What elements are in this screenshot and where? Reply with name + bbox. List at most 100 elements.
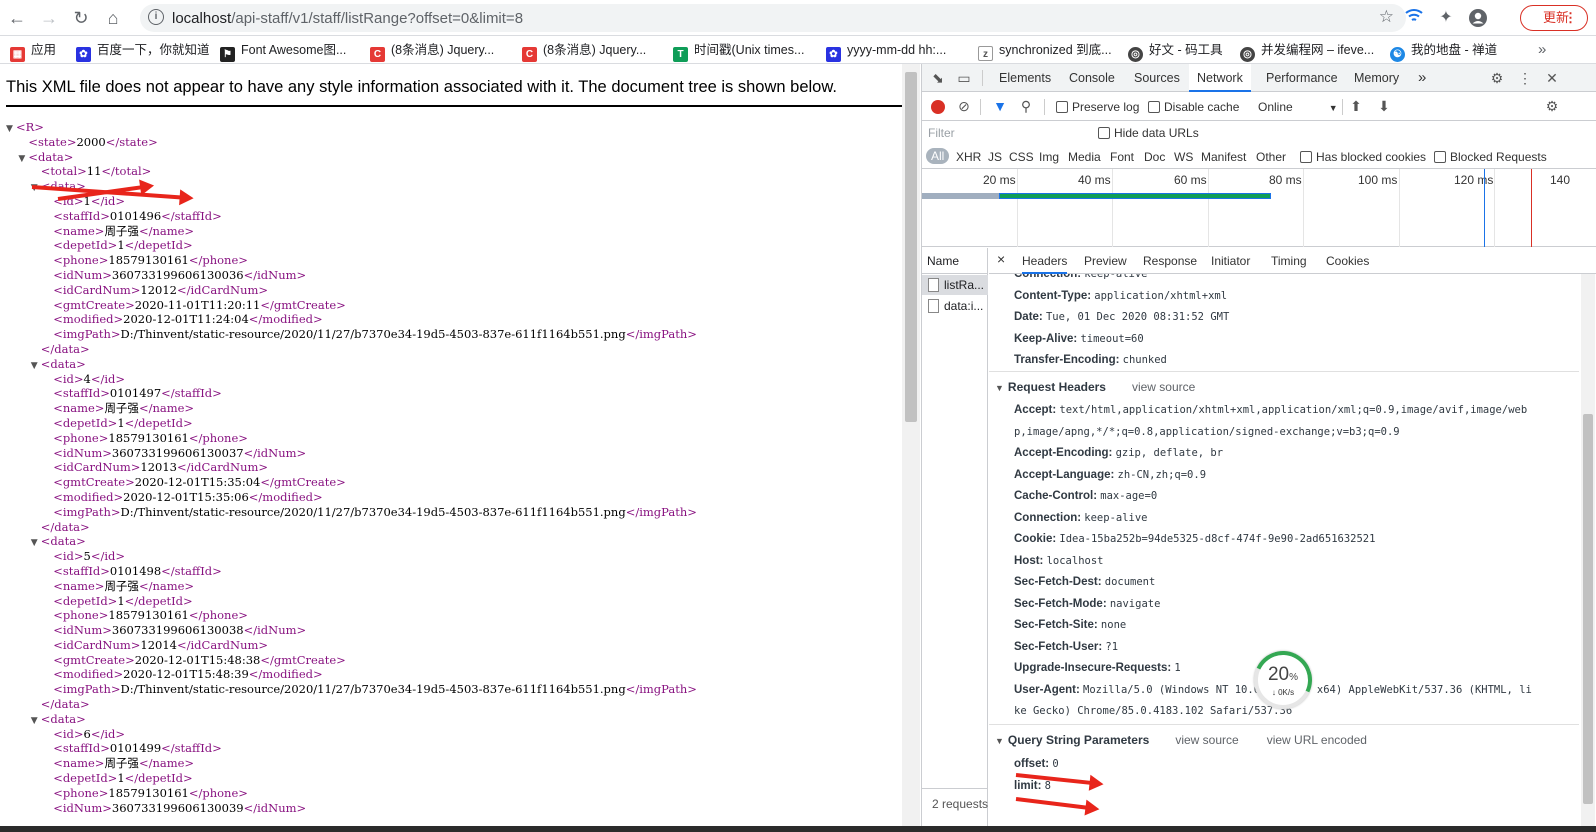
search-icon[interactable]: ⚲ (1018, 98, 1034, 114)
xml-text: 2020-12-01T15:35:06 (123, 489, 249, 504)
export-har-icon[interactable]: ⬇ (1376, 98, 1392, 114)
filter-input[interactable]: Filter (926, 124, 1086, 142)
tab-response[interactable]: Response (1143, 254, 1197, 268)
address-bar[interactable]: i localhost/api-staff/v1/staff/listRange… (140, 4, 1406, 32)
reload-icon[interactable]: ↻ (70, 7, 92, 29)
blocked-requests-checkbox[interactable]: Blocked Requests (1434, 150, 1547, 164)
throttle-select[interactable]: Online ▼ (1258, 100, 1338, 114)
type-js[interactable]: JS (988, 150, 1002, 164)
xml-close-tag: </depetId> (124, 238, 193, 253)
bookmark-haowen[interactable]: ◎ 好文 - 码工具 (1128, 41, 1223, 62)
request-headers-section[interactable]: ▼ Request Headers view source (995, 380, 1195, 394)
back-icon[interactable]: ← (6, 7, 28, 29)
record-icon[interactable] (931, 100, 945, 114)
bookmark-timestamp[interactable]: T 时间戳(Unix times... (673, 41, 804, 62)
xml-close-tag: </idNum> (243, 800, 307, 815)
header-key: Accept: (1014, 404, 1060, 416)
url-text[interactable]: localhost/api-staff/v1/staff/listRange?o… (172, 10, 523, 27)
bookmark-synchronized[interactable]: z synchronized 到底... (978, 41, 1112, 61)
bookmark-fontawesome[interactable]: ⚑ Font Awesome图... (220, 41, 346, 62)
type-doc[interactable]: Doc (1144, 150, 1165, 164)
more-tabs-icon[interactable]: » (1418, 64, 1426, 92)
xml-line: <modified>2020-12-01T11:24:04</modified> (6, 312, 697, 327)
network-waterfall-overview[interactable]: 20 ms 40 ms 60 ms 80 ms 100 ms 120 ms 14… (922, 169, 1596, 247)
header-row: Accept: text/html,application/xhtml+xml,… (1014, 404, 1527, 416)
extensions-puzzle-icon[interactable]: ✦ (1436, 8, 1456, 28)
type-manifest[interactable]: Manifest (1201, 150, 1246, 164)
tab-headers[interactable]: Headers (1022, 254, 1068, 274)
tab-cookies[interactable]: Cookies (1326, 254, 1369, 268)
disable-cache-checkbox[interactable]: Disable cache (1148, 100, 1239, 114)
type-font[interactable]: Font (1110, 150, 1134, 164)
bookmark-ifeve[interactable]: ◎ 并发编程网 – ifeve... (1240, 41, 1374, 62)
percent-sign: % (1289, 672, 1299, 683)
request-row[interactable]: data:i... (922, 296, 988, 316)
type-xhr[interactable]: XHR (956, 150, 981, 164)
name-column-header[interactable]: Name (922, 248, 988, 274)
checkbox-box[interactable] (1056, 101, 1068, 113)
bookmark-date-format[interactable]: ✿ yyyy-mm-dd hh:... (826, 41, 946, 62)
clear-icon[interactable]: ⊘ (956, 98, 972, 114)
bookmark-star-icon[interactable]: ☆ (1379, 7, 1394, 27)
type-ws[interactable]: WS (1174, 150, 1193, 164)
filter-funnel-icon[interactable]: ▼ (992, 98, 1008, 114)
view-url-encoded-link[interactable]: view URL encoded (1267, 733, 1367, 747)
page-scrollbar[interactable] (902, 64, 920, 826)
scrollbar-thumb[interactable] (1583, 414, 1593, 804)
close-detail-icon[interactable]: × (997, 251, 1005, 267)
bookmark-label: synchronized 到底... (999, 43, 1112, 57)
forward-icon[interactable]: → (38, 7, 60, 29)
bookmark-zentao[interactable]: ☯ 我的地盘 - 禅道 (1390, 41, 1497, 62)
update-button[interactable]: 更新 ⋮ (1520, 5, 1588, 31)
home-icon[interactable]: ⌂ (102, 7, 124, 29)
inspect-element-icon[interactable]: ⬊ (930, 70, 946, 86)
tab-initiator[interactable]: Initiator (1211, 254, 1250, 268)
bookmark-csdn-1[interactable]: C (8条消息) Jquery... (370, 41, 494, 62)
type-css[interactable]: CSS (1009, 150, 1034, 164)
preserve-log-checkbox[interactable]: Preserve log (1056, 100, 1139, 114)
header-key: Cache-Control: (1014, 490, 1101, 502)
scrollbar-thumb[interactable] (905, 72, 917, 422)
view-source-link[interactable]: view source (1175, 733, 1238, 747)
checkbox-box[interactable] (1098, 127, 1110, 139)
device-toolbar-icon[interactable]: ▭ (956, 70, 972, 86)
type-media[interactable]: Media (1068, 150, 1101, 164)
wifi-icon[interactable] (1404, 8, 1424, 28)
xml-open-tag: <idCardNum> (53, 282, 141, 297)
type-all[interactable]: All (926, 148, 950, 164)
info-icon[interactable]: i (148, 9, 164, 25)
type-other[interactable]: Other (1256, 150, 1286, 164)
more-bookmarks-icon[interactable]: » (1538, 41, 1546, 59)
tab-memory[interactable]: Memory (1354, 64, 1399, 92)
tab-sources[interactable]: Sources (1134, 64, 1180, 92)
checkbox-box[interactable] (1148, 101, 1160, 113)
tab-network[interactable]: Network (1189, 64, 1251, 92)
xml-text: D:/Thinvent/static-resource/2020/11/27/b… (120, 327, 626, 342)
bookmark-csdn-2[interactable]: C (8条消息) Jquery... (522, 41, 647, 62)
tab-console[interactable]: Console (1069, 64, 1115, 92)
bookmark-baidu[interactable]: ✿ 百度一下，你就知道 (76, 41, 210, 62)
checkbox-box[interactable] (1434, 151, 1446, 163)
network-settings-icon[interactable]: ⚙ (1544, 98, 1560, 114)
tab-elements[interactable]: Elements (999, 64, 1051, 92)
view-source-link[interactable]: view source (1132, 380, 1195, 394)
bookmark-label: (8条消息) Jquery... (543, 43, 647, 57)
hide-data-urls-checkbox[interactable]: Hide data URLs (1098, 126, 1199, 140)
blocked-cookies-checkbox[interactable]: Has blocked cookies (1300, 150, 1426, 164)
close-devtools-icon[interactable]: ✕ (1544, 70, 1560, 86)
import-har-icon[interactable]: ⬆ (1348, 98, 1364, 114)
bookmark-apps[interactable]: ▦ 应用 (10, 41, 56, 62)
request-row[interactable]: listRa... (922, 275, 988, 295)
kebab-menu-icon[interactable]: ⋮ (1517, 70, 1533, 86)
network-speed-widget[interactable]: 20% ↓ 0K/s (1245, 642, 1321, 718)
detail-scrollbar[interactable] (1581, 274, 1595, 826)
profile-avatar-icon[interactable] (1468, 8, 1488, 28)
tab-preview[interactable]: Preview (1084, 254, 1127, 268)
settings-gear-icon[interactable]: ⚙ (1489, 70, 1505, 86)
checkbox-box[interactable] (1300, 151, 1312, 163)
header-row: Sec-Fetch-User: ?1 (1014, 641, 1118, 653)
query-string-section[interactable]: ▼ Query String Parameters view source view … (995, 733, 1367, 747)
type-img[interactable]: Img (1039, 150, 1059, 164)
tab-timing[interactable]: Timing (1271, 254, 1307, 268)
tab-performance[interactable]: Performance (1266, 64, 1338, 92)
